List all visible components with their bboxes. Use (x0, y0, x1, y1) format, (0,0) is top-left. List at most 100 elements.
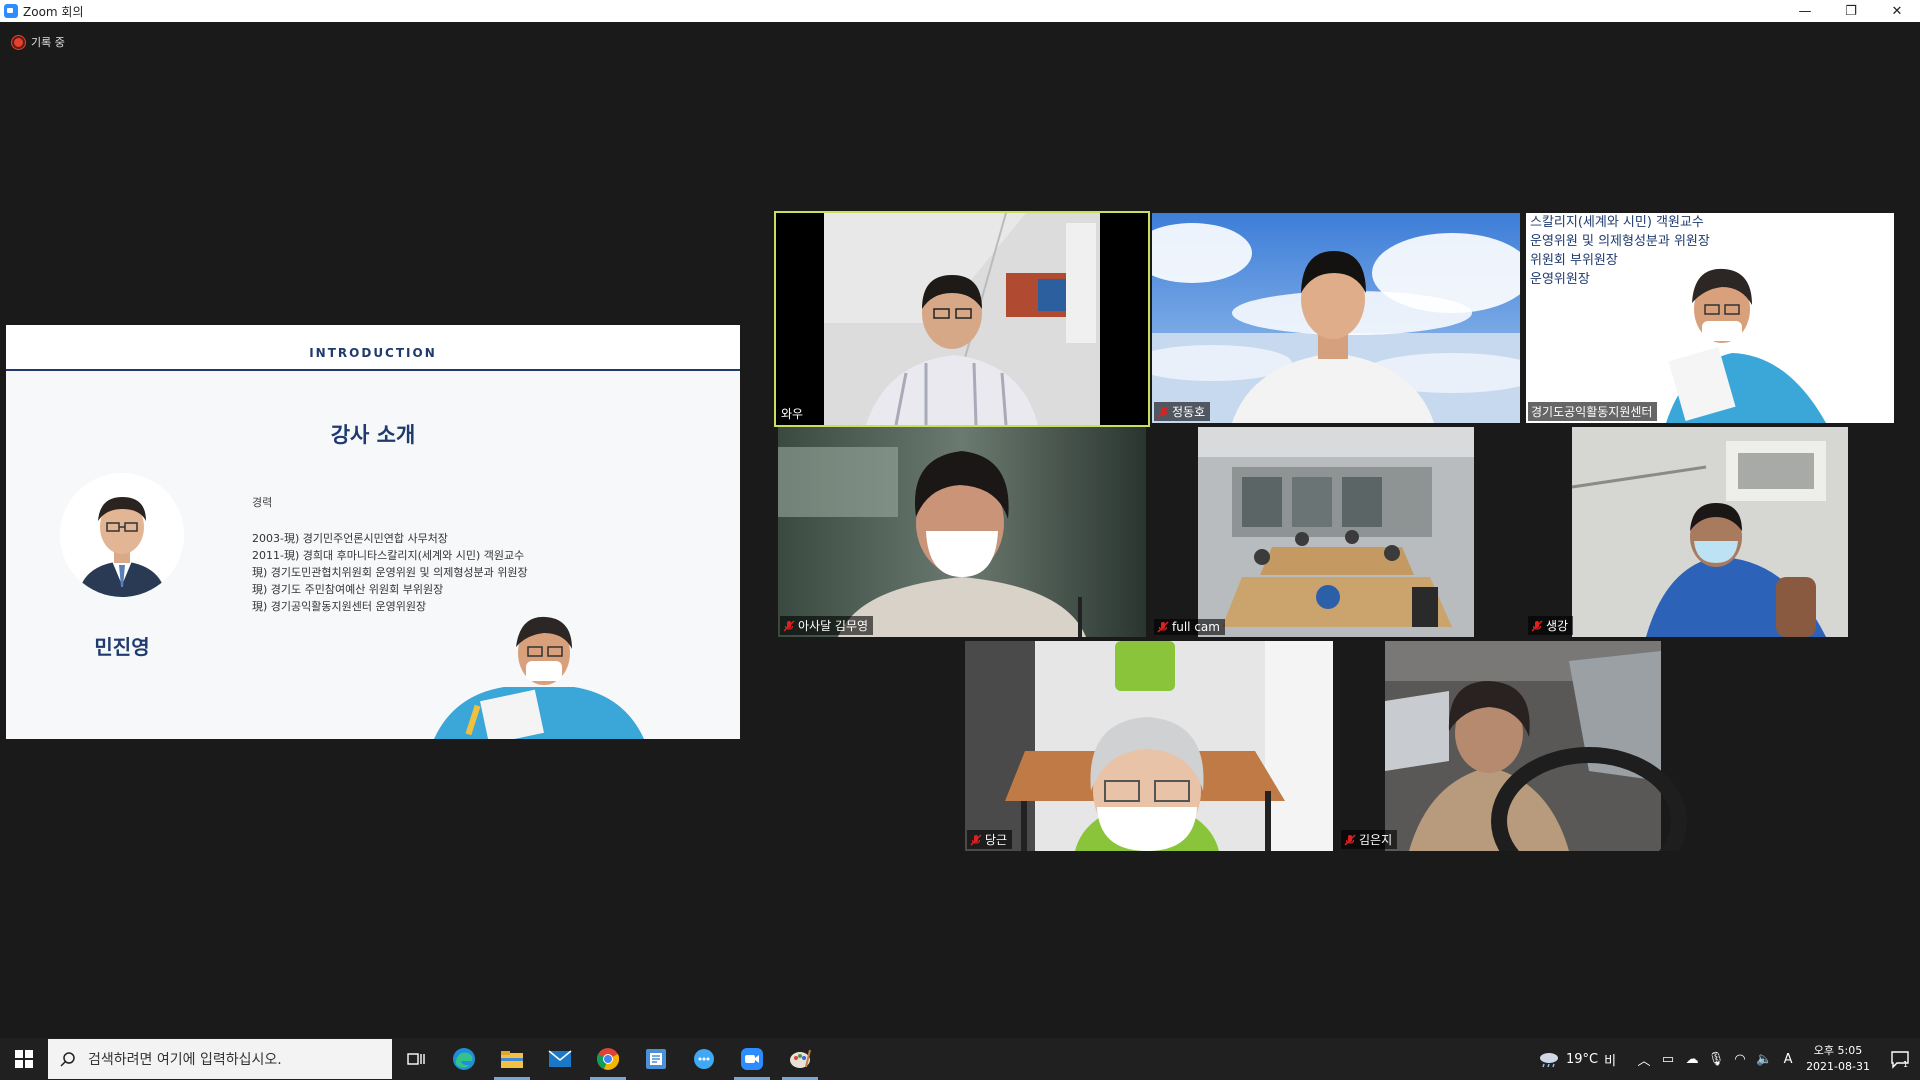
notification-icon: 1 (1891, 1051, 1909, 1069)
participant-name-tag: 아사달 김무영 (780, 616, 874, 635)
video-feed (776, 213, 1148, 425)
participant-name-tag: 생강 (1528, 616, 1574, 635)
participant-name: 아사달 김무영 (798, 619, 869, 633)
onedrive-cloud-icon[interactable]: ☁ (1680, 1052, 1704, 1067)
participant-name-tag: 김은지 (1341, 830, 1398, 849)
pinned-apps (392, 1038, 824, 1080)
muted-microphone-icon (970, 833, 982, 846)
search-placeholder: 검색하려면 여기에 입력하십시오. (88, 1052, 282, 1068)
edge-icon (453, 1048, 475, 1070)
video-feed (965, 641, 1333, 851)
weather-widget[interactable]: 19°C 비 (1538, 1050, 1616, 1069)
recording-indicator[interactable]: 기록 중 (12, 34, 65, 50)
participant-name-tag: 경기도공익활동지원센터 (1528, 402, 1658, 421)
paint-taskbar-button[interactable] (776, 1038, 824, 1080)
windows-logo-icon (15, 1050, 33, 1068)
shared-screen-slide: INTRODUCTION 강사 소개 민진영 경력 2003-現) 경기민주언론… (6, 325, 740, 739)
participant-name: 생강 (1546, 619, 1569, 633)
clock[interactable]: 오후 5:05 2021-08-31 (1806, 1043, 1870, 1075)
clock-time: 오후 5:05 (1813, 1044, 1863, 1057)
career-item: 2003-現) 경기민주언론시민연합 사무처장 (252, 532, 448, 545)
word-app-taskbar-button[interactable] (632, 1038, 680, 1080)
minimize-button[interactable]: — (1782, 0, 1828, 22)
participant-name: full cam (1172, 620, 1220, 634)
video-tile-asadal-kimmuyoung[interactable]: 아사달 김무영 (778, 427, 1146, 637)
participant-name: 김은지 (1359, 833, 1393, 847)
task-view-button[interactable] (392, 1038, 440, 1080)
muted-microphone-icon (1157, 621, 1169, 633)
zoom-app-icon (4, 4, 18, 18)
muted-microphone-icon (783, 619, 795, 632)
video-tile-saenggang[interactable]: 생강 (1526, 427, 1894, 637)
close-button[interactable]: ✕ (1874, 0, 1920, 22)
participant-name: 경기도공익활동지원센터 (1531, 405, 1653, 419)
video-feed (778, 427, 1146, 637)
participant-name-tag: 와우 (778, 404, 809, 423)
ime-indicator[interactable]: A (1776, 1052, 1800, 1067)
weather-condition: 비 (1604, 1053, 1617, 1069)
video-feed (1152, 213, 1520, 423)
video-tile-full-cam[interactable]: full cam (1152, 427, 1520, 637)
wifi-icon[interactable]: ◠ (1728, 1052, 1752, 1067)
overlay-line: 위원회 부위원장 (1530, 253, 1618, 268)
chrome-icon (596, 1048, 620, 1070)
video-tile-wau[interactable]: 와우 (774, 211, 1150, 427)
muted-microphone-icon (1531, 619, 1543, 632)
speaker-icon[interactable]: 🔈 (1752, 1052, 1776, 1067)
clock-date: 2021-08-31 (1806, 1060, 1870, 1073)
video-feed (1152, 427, 1520, 637)
messenger-taskbar-button[interactable] (680, 1038, 728, 1080)
shared-slide-overlay-text: 스칼리지(세계와 시민) 객원교수 운영위원 및 의제형성분과 위원장 위원회 … (1530, 213, 1710, 289)
paint-palette-icon (790, 1049, 811, 1068)
window-controls: — ❐ ✕ (1782, 0, 1920, 22)
file-explorer-taskbar-button[interactable] (488, 1038, 536, 1080)
participant-name-tag: 당근 (967, 830, 1013, 849)
zoom-taskbar-button[interactable] (728, 1038, 776, 1080)
overlay-line: 운영위원 및 의제형성분과 위원장 (1530, 234, 1710, 249)
participant-name: 정동호 (1172, 405, 1206, 419)
presenter-name: 민진영 (94, 635, 150, 659)
video-tile-kimeunji[interactable]: 김은지 (1339, 641, 1707, 851)
slide-title: 강사 소개 (330, 423, 416, 447)
mail-taskbar-button[interactable] (536, 1038, 584, 1080)
chevron-up-icon[interactable]: ︿ (1632, 1050, 1656, 1069)
muted-microphone-icon (1344, 833, 1356, 846)
system-tray: 19°C 비 ︿ ▭ ☁ 🎙 ◠ 🔈 A 오후 5:05 2021-08-31 … (1538, 1038, 1920, 1080)
messenger-icon (694, 1049, 714, 1069)
participant-name-tag: full cam (1154, 619, 1225, 635)
video-tile-gyeonggi-center[interactable]: 스칼리지(세계와 시민) 객원교수 운영위원 및 의제형성분과 위원장 위원회 … (1526, 213, 1894, 423)
video-feed (1526, 427, 1894, 637)
video-feed (1339, 641, 1707, 851)
restore-button[interactable]: ❐ (1828, 0, 1874, 22)
career-item: 2011-現) 경희대 후마니타스칼리지(세계와 시민) 객원교수 (252, 549, 525, 562)
word-app-icon (646, 1049, 666, 1069)
career-item: 現) 경기도민관협치위원회 운영위원 및 의제형성분과 위원장 (252, 566, 528, 579)
weather-temperature: 19°C (1565, 1051, 1599, 1067)
windows-taskbar: 검색하려면 여기에 입력하십시오. 19°C 비 ︿ ▭ ☁ 🎙 ◠ 🔈 A 오… (0, 1038, 1920, 1080)
task-view-icon (407, 1053, 425, 1065)
edge-taskbar-button[interactable] (440, 1038, 488, 1080)
slide-header: INTRODUCTION (6, 325, 740, 371)
participant-name: 당근 (985, 833, 1008, 847)
notification-center-button[interactable]: 1 (1880, 1049, 1920, 1069)
video-tile-danggeun[interactable]: 당근 (965, 641, 1333, 851)
file-explorer-icon (501, 1051, 523, 1068)
window-titlebar: Zoom 회의 — ❐ ✕ (0, 0, 1920, 22)
slide-header-text: INTRODUCTION (309, 346, 437, 360)
overlay-line: 스칼리지(세계와 시민) 객원교수 (1530, 215, 1704, 230)
participant-name-tag: 정동호 (1154, 402, 1211, 421)
meeting-area: 기록 중 INTRODUCTION 강사 소개 민진영 경력 2003-現) 경… (0, 22, 1920, 1038)
video-tile-jeongdongho[interactable]: 정동호 (1152, 213, 1520, 423)
participant-name: 와우 (781, 407, 804, 421)
career-label: 경력 (252, 496, 273, 509)
presenter-portrait (60, 473, 184, 597)
zoom-icon (741, 1048, 763, 1070)
recording-icon (12, 35, 25, 49)
taskbar-search-box[interactable]: 검색하려면 여기에 입력하십시오. (48, 1039, 392, 1079)
chrome-taskbar-button[interactable] (584, 1038, 632, 1080)
start-button[interactable] (0, 1038, 48, 1080)
microphone-icon[interactable]: 🎙 (1704, 1052, 1728, 1067)
presenter-cutout-video (434, 616, 644, 739)
meet-now-icon[interactable]: ▭ (1656, 1052, 1680, 1067)
muted-microphone-icon (1157, 405, 1169, 418)
